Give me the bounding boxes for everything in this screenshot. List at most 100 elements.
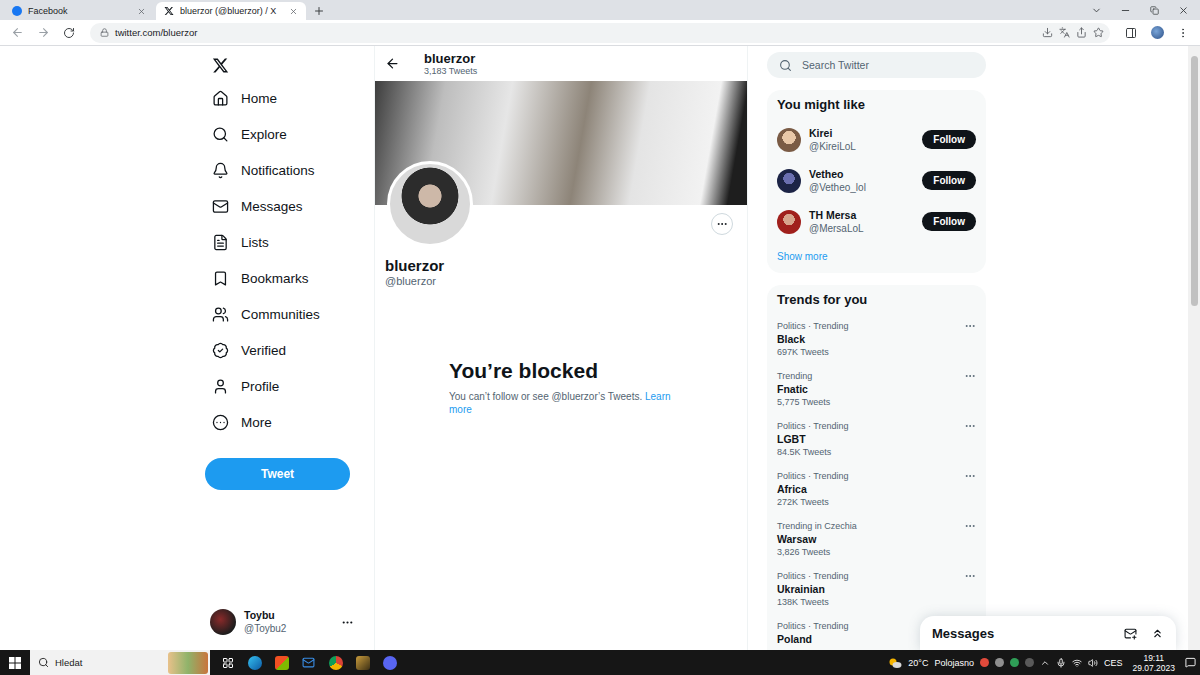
taskbar-search[interactable]: Hledat bbox=[30, 650, 210, 675]
drawer-title: Messages bbox=[932, 626, 1110, 641]
more-dots-icon[interactable] bbox=[341, 616, 354, 629]
new-message-icon[interactable] bbox=[1124, 627, 1137, 640]
more-dots-icon[interactable] bbox=[964, 470, 976, 482]
kebab-icon bbox=[1177, 27, 1189, 39]
trend-row[interactable]: Politics · TrendingUkrainian138K Tweets bbox=[767, 564, 986, 614]
browser-tab[interactable]: Facebook bbox=[4, 2, 154, 20]
side-panel-button[interactable] bbox=[1120, 24, 1142, 42]
profile-avatar[interactable] bbox=[387, 161, 473, 247]
nav-label: Messages bbox=[241, 199, 303, 214]
browser-tab[interactable]: bluerzor (@bluerzor) / X bbox=[156, 2, 306, 20]
chevron-down-icon bbox=[1091, 5, 1102, 16]
profile-button[interactable] bbox=[1146, 24, 1168, 42]
minimize-button[interactable] bbox=[1111, 1, 1140, 19]
trend-row[interactable]: TrendingFnatic5,775 Tweets bbox=[767, 364, 986, 414]
task-view-button[interactable] bbox=[214, 650, 241, 675]
follow-button[interactable]: Follow bbox=[922, 130, 976, 149]
x-logo-icon[interactable] bbox=[212, 57, 229, 74]
league-app[interactable] bbox=[349, 650, 376, 675]
notifications-icon[interactable] bbox=[1185, 657, 1196, 668]
account-name: Toybu bbox=[244, 609, 333, 622]
nav-item[interactable]: Profile bbox=[202, 368, 374, 404]
nav-item[interactable]: Explore bbox=[202, 116, 374, 152]
tab-search-button[interactable] bbox=[1082, 1, 1111, 19]
nav-item[interactable]: Verified bbox=[202, 332, 374, 368]
user-row[interactable]: TH Mersa@MersaLoLFollow bbox=[767, 201, 986, 242]
mail-app[interactable] bbox=[295, 650, 322, 675]
nav-item[interactable]: Bookmarks bbox=[202, 260, 374, 296]
tweet-button[interactable]: Tweet bbox=[205, 458, 350, 490]
clock-time: 19:11 bbox=[1143, 653, 1164, 663]
translate-icon[interactable] bbox=[1059, 27, 1070, 38]
more-dots-icon[interactable] bbox=[964, 370, 976, 382]
start-button[interactable] bbox=[0, 650, 30, 675]
discord-app[interactable] bbox=[376, 650, 403, 675]
trend-row[interactable]: Politics · TrendingBlack697K Tweets bbox=[767, 314, 986, 364]
chrome-app[interactable] bbox=[322, 650, 349, 675]
close-button[interactable] bbox=[1169, 1, 1198, 19]
tray-app-icon[interactable] bbox=[1025, 658, 1034, 667]
download-icon[interactable] bbox=[1042, 27, 1053, 38]
profile-more-button[interactable] bbox=[711, 213, 733, 235]
search-icon bbox=[212, 126, 229, 143]
profile-handle: @bluerzor bbox=[385, 275, 737, 288]
account-switcher[interactable]: Toybu@Toybu2 bbox=[202, 604, 362, 640]
show-more-link[interactable]: Show more bbox=[767, 242, 986, 273]
volume-icon[interactable] bbox=[1088, 658, 1098, 668]
share-icon[interactable] bbox=[1076, 27, 1087, 38]
search-field[interactable]: Search Twitter bbox=[767, 52, 986, 78]
close-tab-icon[interactable] bbox=[289, 7, 298, 16]
restore-button[interactable] bbox=[1140, 1, 1169, 19]
follow-button[interactable]: Follow bbox=[922, 212, 976, 231]
nav-item[interactable]: Lists bbox=[202, 224, 374, 260]
scrollbar[interactable] bbox=[1188, 46, 1200, 650]
more-dots-icon[interactable] bbox=[964, 420, 976, 432]
more-dots-icon[interactable] bbox=[964, 320, 976, 332]
star-icon[interactable] bbox=[1093, 27, 1104, 38]
logo[interactable] bbox=[202, 50, 238, 80]
new-tab-button[interactable] bbox=[308, 2, 330, 20]
learn-more-link[interactable]: Learn more bbox=[449, 391, 671, 415]
more-dots-icon[interactable] bbox=[964, 570, 976, 582]
trend-row[interactable]: Politics · TrendingAfrica272K Tweets bbox=[767, 464, 986, 514]
clock[interactable]: 19:1129.07.2023 bbox=[1128, 653, 1179, 673]
user-info: Kirei@KireiLoL bbox=[809, 127, 914, 153]
scroll-thumb[interactable] bbox=[1191, 56, 1198, 306]
user-row[interactable]: Kirei@KireiLoL Follow bbox=[767, 119, 986, 160]
messages-drawer[interactable]: Messages bbox=[920, 616, 1176, 650]
trend-row[interactable]: Trending in CzechiaWarsaw3,826 Tweets bbox=[767, 514, 986, 564]
trend-row[interactable]: Politics · TrendingLGBT84.5K Tweets bbox=[767, 414, 986, 464]
nav-item[interactable]: Communities bbox=[202, 296, 374, 332]
address-bar[interactable]: twitter.com/bluerzor bbox=[90, 23, 1110, 43]
x-logo-icon[interactable] bbox=[164, 6, 174, 16]
follow-button[interactable]: Follow bbox=[922, 171, 976, 190]
store-app[interactable] bbox=[268, 650, 295, 675]
forward-button[interactable] bbox=[32, 24, 54, 42]
back-arrow-icon[interactable] bbox=[385, 56, 400, 71]
network-icon[interactable] bbox=[1072, 658, 1082, 668]
weather-temperature[interactable]: 20°C bbox=[908, 658, 928, 668]
menu-button[interactable] bbox=[1172, 24, 1194, 42]
mic-icon[interactable] bbox=[1056, 658, 1066, 668]
edge-app[interactable] bbox=[241, 650, 268, 675]
reload-button[interactable] bbox=[58, 24, 80, 42]
profile-column: bluerzor3,183 Tweetsbluerzor@bluerzorYou… bbox=[374, 46, 748, 650]
tray-app-icon[interactable] bbox=[995, 658, 1004, 667]
nav-item[interactable]: Home bbox=[202, 80, 374, 116]
tray-app-icon[interactable] bbox=[980, 658, 989, 667]
nav-item[interactable]: Notifications bbox=[202, 152, 374, 188]
user-name: Kirei bbox=[809, 127, 914, 140]
bell-icon bbox=[212, 162, 229, 179]
input-language[interactable]: CES bbox=[1104, 658, 1123, 668]
weather-condition[interactable]: Polojasno bbox=[934, 658, 974, 668]
show-hidden-icon[interactable] bbox=[1040, 658, 1050, 668]
user-avatar bbox=[777, 128, 801, 152]
nav-item[interactable]: Messages bbox=[202, 188, 374, 224]
expand-icon[interactable] bbox=[1151, 627, 1164, 640]
user-row[interactable]: Vetheo@Vetheo_lolFollow bbox=[767, 160, 986, 201]
nav-item[interactable]: More bbox=[202, 404, 374, 440]
more-dots-icon[interactable] bbox=[964, 520, 976, 532]
back-button[interactable] bbox=[6, 24, 28, 42]
close-tab-icon[interactable] bbox=[137, 7, 146, 16]
tray-app-icon[interactable] bbox=[1010, 658, 1019, 667]
